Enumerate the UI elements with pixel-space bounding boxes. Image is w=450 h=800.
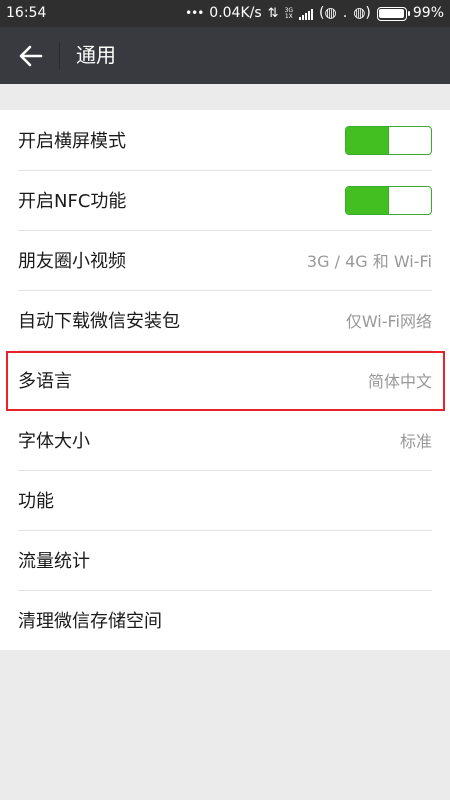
page-title: 通用 bbox=[76, 43, 116, 67]
toggle-on-fill bbox=[346, 126, 388, 154]
arrow-left-icon bbox=[19, 45, 43, 67]
setting-label: 自动下载微信安装包 bbox=[18, 311, 180, 332]
status-time: 16:54 bbox=[6, 5, 47, 21]
setting-value: 简体中文 bbox=[367, 372, 432, 391]
toggle-knob bbox=[388, 186, 389, 214]
setting-label: 流量统计 bbox=[18, 551, 90, 572]
setting-value: 标准 bbox=[399, 432, 432, 451]
data-arrows-icon: ⇅ bbox=[267, 6, 279, 21]
nfc-toggle[interactable] bbox=[345, 185, 432, 215]
setting-label: 朋友圈小视频 bbox=[18, 251, 126, 272]
sim1-indicator: (◍ bbox=[319, 5, 337, 21]
setting-label: 开启NFC功能 bbox=[18, 191, 127, 212]
toggle-knob bbox=[388, 126, 389, 154]
setting-moments-video[interactable]: 朋友圈小视频 3G / 4G 和 Wi-Fi bbox=[0, 230, 450, 290]
setting-features[interactable]: 功能 bbox=[0, 470, 450, 530]
net-speed: 0.04K/s bbox=[209, 5, 262, 21]
notification-dots: ••• bbox=[185, 6, 204, 20]
setting-landscape-mode[interactable]: 开启横屏模式 bbox=[0, 110, 450, 170]
battery-percent: 99% bbox=[412, 5, 444, 21]
network-type-icon: 3G 1X bbox=[284, 6, 294, 20]
setting-auto-download[interactable]: 自动下载微信安装包 仅Wi-Fi网络 bbox=[0, 290, 450, 350]
landscape-toggle[interactable] bbox=[345, 125, 432, 155]
sim-separator: . bbox=[342, 5, 348, 21]
app-bar: 通用 bbox=[0, 27, 450, 84]
back-button[interactable] bbox=[12, 37, 50, 75]
setting-storage[interactable]: 清理微信存储空间 bbox=[0, 590, 450, 650]
settings-list: 开启横屏模式 开启NFC功能 朋友圈小视频 3G / 4G 和 Wi-Fi 自动… bbox=[0, 110, 450, 650]
signal-bars-icon bbox=[299, 8, 314, 20]
app-bar-divider bbox=[59, 42, 60, 69]
sim2-indicator: ◍) bbox=[353, 5, 371, 21]
setting-label: 清理微信存储空间 bbox=[18, 611, 162, 632]
setting-value: 3G / 4G 和 Wi-Fi bbox=[306, 252, 432, 271]
setting-font-size[interactable]: 字体大小 标准 bbox=[0, 410, 450, 470]
setting-value: 仅Wi-Fi网络 bbox=[345, 312, 432, 331]
battery-icon bbox=[376, 6, 410, 21]
setting-label: 多语言 bbox=[18, 371, 72, 392]
toggle-on-fill bbox=[346, 186, 388, 214]
status-bar: 16:54 ••• 0.04K/s ⇅ 3G 1X (◍ . ◍) 99% bbox=[0, 0, 450, 27]
setting-data-usage[interactable]: 流量统计 bbox=[0, 530, 450, 590]
setting-label: 开启横屏模式 bbox=[18, 131, 126, 152]
setting-label: 字体大小 bbox=[18, 431, 90, 452]
setting-language[interactable]: 多语言 简体中文 bbox=[0, 350, 450, 410]
status-indicators: ••• 0.04K/s ⇅ 3G 1X (◍ . ◍) 99% bbox=[185, 0, 444, 27]
setting-label: 功能 bbox=[18, 491, 54, 512]
setting-nfc[interactable]: 开启NFC功能 bbox=[0, 170, 450, 230]
